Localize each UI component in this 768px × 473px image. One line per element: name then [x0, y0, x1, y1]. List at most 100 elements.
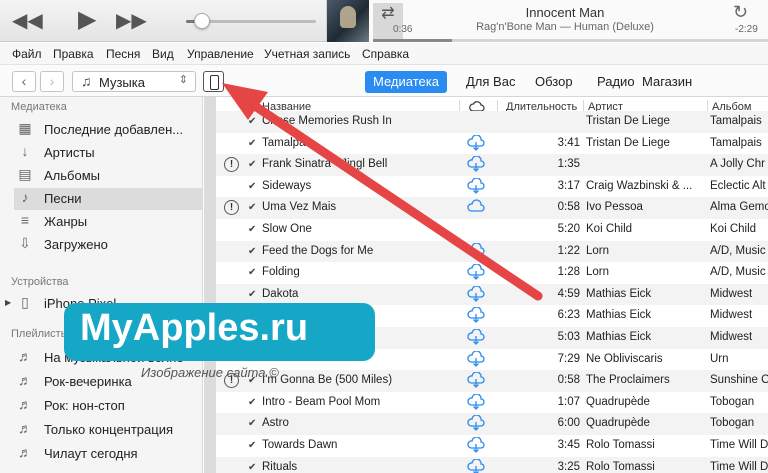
- checkmark-icon[interactable]: ✔: [248, 462, 259, 473]
- sidebar-item[interactable]: ♬ Рок: нон-стоп: [14, 395, 202, 417]
- cloud-download-icon[interactable]: [467, 285, 485, 305]
- table-row[interactable]: ✔ Intro - Beam Pool Mom 1:07 Quadrupède Tobo…: [216, 391, 768, 414]
- table-row[interactable]: ✔ Tamalpais 3:41 Tristan De Liege Tamalpais: [216, 132, 768, 155]
- warning-icon[interactable]: !: [224, 200, 239, 216]
- elapsed-time: 0:36: [393, 24, 413, 35]
- now-playing-display: ⇄ 0:36 Innocent Man Rag'n'Bone Man — Hum…: [326, 0, 768, 42]
- device-button[interactable]: [203, 71, 224, 92]
- checkmark-icon[interactable]: ✔: [248, 246, 259, 257]
- cloud-download-icon[interactable]: [467, 414, 485, 434]
- sidebar-item-label: Жанры: [44, 214, 88, 229]
- library-select[interactable]: ♫ Музыка ⇕: [72, 71, 196, 92]
- table-row[interactable]: ✔ Rituals 3:25 Rolo Tomassi Time Will D: [216, 456, 768, 473]
- next-track-icon[interactable]: ▶▶: [116, 11, 147, 31]
- song-album: Time Will D: [710, 439, 768, 451]
- table-row[interactable]: ✔ Folding 1:28 Lorn A/D, Music: [216, 262, 768, 285]
- tab-4[interactable]: Магазин: [634, 71, 700, 93]
- previous-track-icon[interactable]: ◀◀: [12, 11, 43, 31]
- song-duration: 1:28: [557, 266, 580, 279]
- table-row[interactable]: ✔ Slow One 5:20 Koi Child Koi Child: [216, 219, 768, 241]
- cloud-download-icon[interactable]: [467, 241, 485, 262]
- sidebar-item-label: Артисты: [44, 145, 95, 160]
- sidebar-item[interactable]: ▤ Альбомы: [14, 165, 202, 187]
- table-row[interactable]: ✔ Chase Memories Rush In Tristan De Liege T…: [216, 111, 768, 133]
- table-row[interactable]: ✔ Feed the Dogs for Me 1:22 Lorn A/D, Music: [216, 240, 768, 263]
- menu-bar: Файл Правка Песня Вид Управление Учетная запи…: [0, 43, 768, 65]
- forward-button[interactable]: ›: [40, 71, 64, 92]
- menu-item[interactable]: Правка: [53, 47, 94, 61]
- table-row[interactable]: ! ✔ Frank Sinatra - Jingl Bell 1:35 A Jolly …: [216, 154, 768, 177]
- playlist-icon: ♬: [18, 444, 32, 460]
- menu-item[interactable]: Справка: [362, 47, 409, 61]
- song-artist: The Proclaimers: [586, 374, 670, 387]
- cloud-download-icon[interactable]: [467, 371, 485, 391]
- checkmark-icon[interactable]: ✔: [248, 159, 259, 170]
- cloud-download-icon[interactable]: [467, 263, 485, 283]
- menu-item[interactable]: Вид: [152, 47, 174, 61]
- song-duration: 1:07: [557, 395, 580, 408]
- cloud-download-icon[interactable]: [467, 177, 485, 197]
- song-album: A Jolly Chr: [710, 158, 765, 171]
- tab-2[interactable]: Обзор: [527, 71, 581, 93]
- cloud-download-icon[interactable]: [467, 436, 485, 456]
- cloud-download-icon[interactable]: [467, 155, 485, 175]
- cloud-download-icon[interactable]: [467, 349, 485, 370]
- checkmark-icon[interactable]: ✔: [248, 267, 259, 278]
- remaining-time: -2:29: [735, 24, 758, 35]
- repeat-icon[interactable]: ↻: [733, 2, 748, 23]
- disclosure-icon[interactable]: ▶: [5, 298, 11, 307]
- checkmark-icon[interactable]: ✔: [248, 289, 259, 300]
- song-name: Towards Dawn: [262, 439, 338, 451]
- checkmark-icon[interactable]: ✔: [248, 116, 259, 127]
- sidebar-item[interactable]: ⇩ Загружено: [14, 234, 202, 256]
- table-row[interactable]: ! ✔ I'm Gonna Be (500 Miles) 0:58 The Procla…: [216, 370, 768, 393]
- menu-item[interactable]: Учетная запись: [264, 47, 350, 61]
- cloud-icon[interactable]: [467, 199, 485, 218]
- sidebar-section-header: Плейлисты: [11, 328, 69, 340]
- volume-knob[interactable]: [193, 13, 210, 29]
- sidebar-item[interactable]: ♬ Чилаут сегодня: [14, 443, 202, 465]
- warning-icon[interactable]: !: [224, 157, 239, 173]
- checkmark-icon[interactable]: ✔: [248, 224, 259, 235]
- checkmark-icon[interactable]: ✔: [248, 418, 259, 429]
- checkmark-icon[interactable]: ✔: [248, 181, 259, 192]
- checkmark-icon[interactable]: ✔: [248, 397, 259, 408]
- menu-item[interactable]: Песня: [106, 47, 140, 61]
- menu-item[interactable]: Файл: [12, 47, 42, 61]
- checkmark-icon[interactable]: ✔: [248, 202, 259, 213]
- song-album: Midwest: [710, 287, 753, 300]
- cloud-download-icon[interactable]: [467, 133, 485, 154]
- checkmark-icon[interactable]: ✔: [248, 138, 259, 149]
- menu-item[interactable]: Управление: [187, 47, 254, 61]
- tab-0[interactable]: Медиатека: [365, 71, 447, 93]
- cloud-download-icon[interactable]: [467, 328, 485, 348]
- player-bar: ◀◀ ▶ ▶▶ ⇄ 0:36 Innocent Man Rag'n'Bone M…: [0, 0, 768, 42]
- sidebar-item[interactable]: ♬ Только концентрация: [14, 419, 202, 441]
- sidebar-item[interactable]: ≡ Жанры: [14, 211, 202, 233]
- table-row[interactable]: ✔ Sideways 3:17 Craig Wazbinski & ... Eclect…: [216, 175, 768, 198]
- play-icon[interactable]: ▶: [78, 8, 96, 32]
- tab-1[interactable]: Для Вас: [458, 71, 523, 93]
- song-album: Eclectic Alt: [710, 179, 766, 192]
- back-button[interactable]: ‹: [12, 71, 36, 92]
- sidebar-item[interactable]: ♪ Песни: [14, 188, 202, 210]
- table-row[interactable]: ! ✔ Uma Vez Mais 0:58 Ivo Pessoa Alma Gemo: [216, 197, 768, 220]
- chevron-updown-icon: ⇕: [178, 74, 188, 86]
- cloud-download-icon[interactable]: [467, 457, 485, 473]
- song-album: Tamalpais: [710, 115, 762, 127]
- progress-bar[interactable]: [373, 39, 768, 42]
- sidebar-item-label: Рок-вечеринка: [44, 374, 132, 389]
- sidebar-item[interactable]: ▦ Последние добавлен...: [14, 119, 202, 141]
- table-row[interactable]: ✔ Towards Dawn 3:45 Rolo Tomassi Time Will D: [216, 435, 768, 457]
- checkmark-icon[interactable]: ✔: [248, 440, 259, 451]
- song-album: Midwest: [710, 331, 753, 343]
- download-icon: ⇩: [19, 235, 31, 251]
- cloud-download-icon[interactable]: [467, 306, 485, 326]
- song-artist: Ne Obliviscaris: [586, 352, 663, 365]
- cloud-download-icon[interactable]: [467, 393, 485, 413]
- song-artist: Tristan De Liege: [586, 136, 670, 149]
- song-name: Tamalpais: [262, 136, 314, 149]
- song-artist: Rolo Tomassi: [586, 460, 655, 473]
- sidebar-item[interactable]: ↓ Артисты: [14, 142, 202, 164]
- table-row[interactable]: ✔ Astro 6:00 Quadrupède Tobogan: [216, 413, 768, 436]
